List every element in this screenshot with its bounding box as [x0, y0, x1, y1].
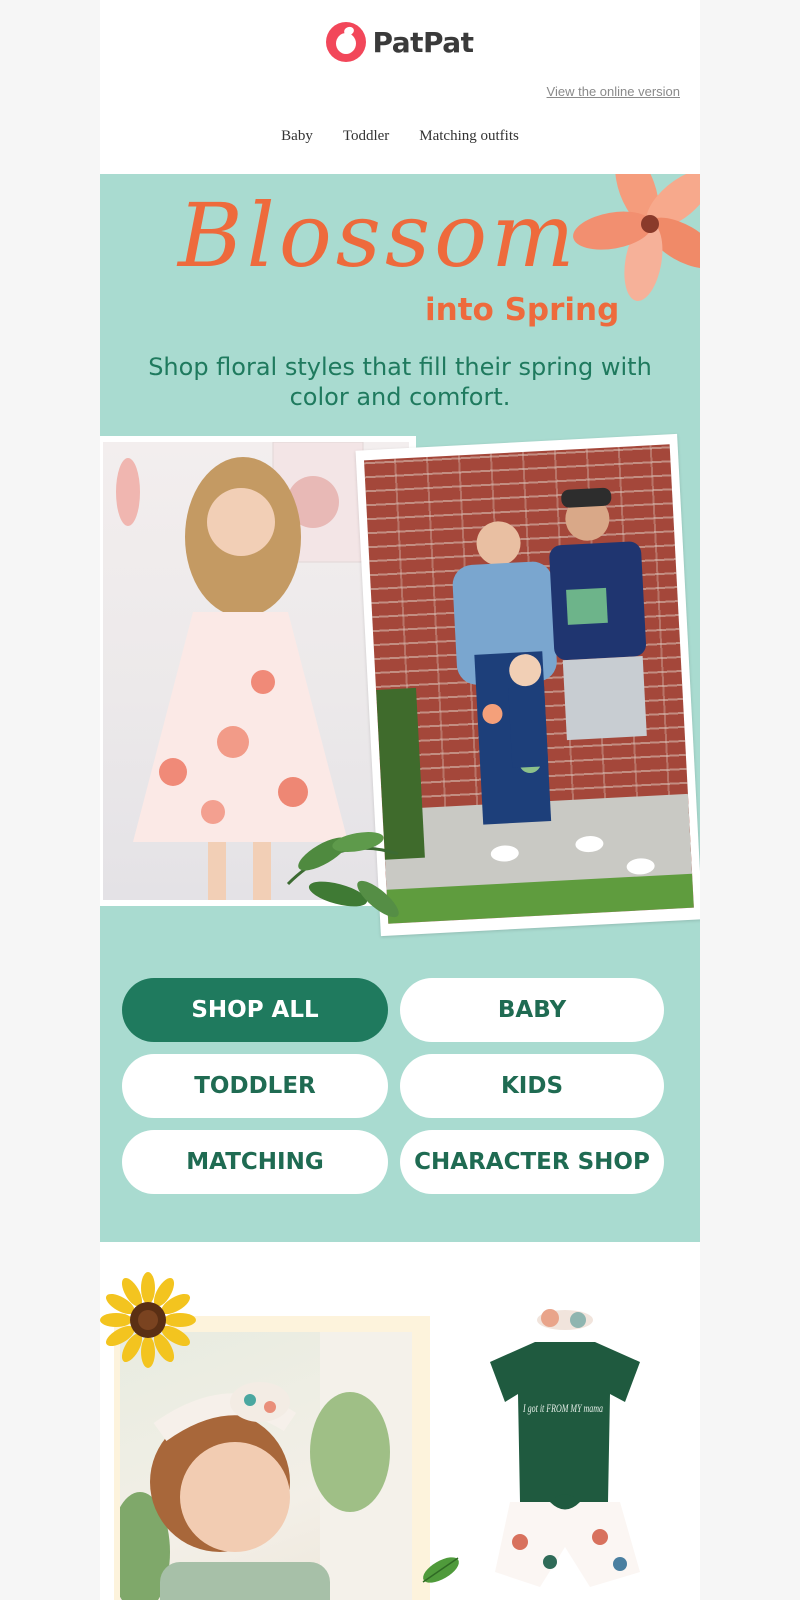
view-online-link[interactable]: View the online version — [547, 84, 680, 99]
onesie-print-text: I got it FROM MY mama — [522, 1401, 603, 1415]
baby-button[interactable]: BABY — [400, 978, 664, 1042]
hero-title-script: Blossom — [178, 184, 579, 287]
shop-all-button[interactable]: SHOP ALL — [122, 978, 388, 1042]
nav-item-baby[interactable]: Baby — [281, 128, 313, 145]
matching-button[interactable]: MATCHING — [122, 1130, 388, 1194]
product-feature-section: I got it FROM MY mama — [100, 1242, 700, 1600]
toddler-illustration — [120, 1332, 412, 1600]
hero-banner: Blossom into Spring Shop floral styles t… — [100, 174, 700, 1242]
hero-subtitle: Shop floral styles that fill their sprin… — [148, 353, 652, 411]
patpat-logo-icon — [326, 22, 367, 62]
category-buttons: SHOP ALL BABY TODDLER KIDS MATCHING CHAR… — [122, 978, 678, 1194]
top-nav: Baby Toddler Matching outfits — [100, 128, 700, 145]
nav-item-matching-outfits[interactable]: Matching outfits — [419, 128, 519, 145]
hero-title-bold: into Spring — [425, 292, 620, 328]
email-container: PatPat View the online version Baby Todd… — [100, 0, 700, 1600]
brand-logo[interactable]: PatPat — [100, 20, 700, 64]
sunflower-decoration — [100, 1272, 196, 1368]
baby-outfit-product[interactable]: I got it FROM MY mama — [450, 1302, 660, 1600]
toddler-button[interactable]: TODDLER — [122, 1054, 388, 1118]
character-shop-button[interactable]: CHARACTER SHOP — [400, 1130, 664, 1194]
onesie-illustration: I got it FROM MY mama — [490, 1309, 640, 1587]
leaves-decoration — [286, 832, 399, 918]
brand-name: PatPat — [372, 25, 474, 59]
nav-item-toddler[interactable]: Toddler — [343, 128, 389, 145]
kids-button[interactable]: KIDS — [400, 1054, 664, 1118]
